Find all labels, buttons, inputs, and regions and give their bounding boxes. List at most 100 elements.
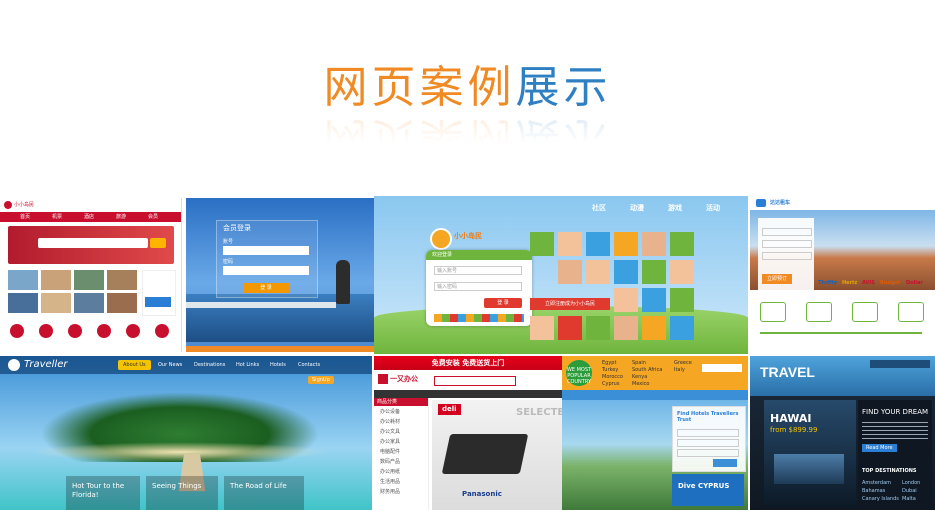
case-thumbnail-travel-portal[interactable]: 小小岛民 首页 机票 酒店 旅游 会员 xyxy=(0,198,182,352)
nav-game[interactable]: 游戏 xyxy=(668,204,682,213)
photo[interactable] xyxy=(8,293,38,313)
nav-item[interactable]: 首页 xyxy=(20,214,30,220)
password-input[interactable]: 输入密码 xyxy=(434,282,522,291)
country-link[interactable]: Spain xyxy=(632,360,646,366)
nav-item[interactable]: 旅游 xyxy=(116,214,126,220)
dive-cyprus-promo[interactable]: Dive CYPRUS xyxy=(672,474,744,506)
service-icon[interactable] xyxy=(97,324,111,338)
mosaic-cell[interactable] xyxy=(558,260,582,284)
city-link[interactable]: Bahamas xyxy=(862,488,885,494)
nav-item[interactable]: 机票 xyxy=(52,214,62,220)
mosaic-cell[interactable] xyxy=(670,316,694,340)
menu-item[interactable]: 办公耗材 xyxy=(380,419,400,425)
country-link[interactable]: Turkey xyxy=(602,367,618,373)
country-link[interactable]: Mexico xyxy=(632,381,649,387)
nav-activity[interactable]: 活动 xyxy=(706,204,720,213)
menu-item[interactable]: 财务用品 xyxy=(380,489,400,495)
mosaic-cell[interactable] xyxy=(642,288,666,312)
mosaic-cell[interactable] xyxy=(670,288,694,312)
mosaic-cell[interactable] xyxy=(614,288,638,312)
card-hot-tour[interactable]: Hot Tour to the Florida! xyxy=(66,476,140,510)
search-input[interactable] xyxy=(38,238,148,248)
menu-item[interactable]: 数码产品 xyxy=(380,459,400,465)
service-icon[interactable] xyxy=(10,324,24,338)
signup-button[interactable]: SignUp xyxy=(308,376,334,384)
mosaic-cell[interactable] xyxy=(614,260,638,284)
nav-item[interactable]: 会员 xyxy=(148,214,158,220)
city-link[interactable]: Malta xyxy=(902,496,916,502)
mosaic-cell[interactable] xyxy=(670,232,694,256)
city-link[interactable]: Dubai xyxy=(902,488,917,494)
mosaic-cell[interactable] xyxy=(614,232,638,256)
service-icon[interactable] xyxy=(39,324,53,338)
country-link[interactable]: Egypt xyxy=(602,360,616,366)
register-banner[interactable]: 立即注册成为小小岛民 xyxy=(530,298,610,310)
card-road-of-life[interactable]: The Road of Life xyxy=(224,476,304,510)
photo[interactable] xyxy=(41,293,71,313)
form-field[interactable] xyxy=(762,240,812,248)
menu-item[interactable]: 办公家具 xyxy=(380,439,400,445)
service-icon[interactable] xyxy=(155,324,169,338)
search-button[interactable] xyxy=(150,238,166,248)
case-thumbnail-hotel-search[interactable]: WE MOST POPULAR COUNTRY Egypt Turkey Mor… xyxy=(562,356,748,510)
nav-hotels[interactable]: Hotels xyxy=(270,362,286,368)
city-link[interactable]: Canary Islands xyxy=(862,496,899,502)
mosaic-cell[interactable] xyxy=(558,316,582,340)
book-button[interactable]: 立即预订 xyxy=(762,274,792,284)
form-field[interactable] xyxy=(677,449,739,457)
login-button[interactable]: 登 录 xyxy=(243,283,289,293)
form-field[interactable] xyxy=(762,228,812,236)
search-input[interactable] xyxy=(702,364,742,372)
service-icon[interactable] xyxy=(126,324,140,338)
country-link[interactable]: Italy xyxy=(674,367,685,373)
nav-contacts[interactable]: Contacts xyxy=(298,362,320,368)
service-icon[interactable] xyxy=(68,324,82,338)
mosaic-cell[interactable] xyxy=(642,232,666,256)
photo[interactable] xyxy=(107,270,137,290)
menu-item[interactable]: 办公文具 xyxy=(380,429,400,435)
search-button[interactable] xyxy=(713,459,737,467)
case-thumbnail-car-rental[interactable]: 达达租车 立即预订 Thrifty Hertz AVIS Budget Doll… xyxy=(750,196,935,354)
photo[interactable] xyxy=(74,293,104,313)
mosaic-cell[interactable] xyxy=(642,316,666,340)
form-field[interactable] xyxy=(762,252,812,260)
mosaic-cell[interactable] xyxy=(614,316,638,340)
menu-item[interactable]: 生活用品 xyxy=(380,479,400,485)
menu-item[interactable]: 办公用纸 xyxy=(380,469,400,475)
form-field[interactable] xyxy=(677,429,739,437)
country-link[interactable]: Kenya xyxy=(632,374,647,380)
nav-cartoon[interactable]: 动漫 xyxy=(630,204,644,213)
card-seeing-things[interactable]: Seeing Things xyxy=(146,476,218,510)
username-input[interactable]: 输入账号 xyxy=(434,266,522,275)
mosaic-cell[interactable] xyxy=(586,232,610,256)
mosaic-cell[interactable] xyxy=(558,232,582,256)
country-link[interactable]: South Africa xyxy=(632,367,662,373)
mosaic-cell[interactable] xyxy=(670,260,694,284)
mosaic-cell[interactable] xyxy=(586,316,610,340)
photo[interactable] xyxy=(107,293,137,313)
mosaic-cell[interactable] xyxy=(530,316,554,340)
photo[interactable] xyxy=(41,270,71,290)
country-link[interactable]: Greece xyxy=(674,360,692,366)
nav-item[interactable]: 酒店 xyxy=(84,214,94,220)
case-thumbnail-travel-dark[interactable]: TRAVEL HAWAI from $899.99 FIND YOUR DREA… xyxy=(750,356,935,510)
case-thumbnail-office-shop[interactable]: 免费安装 免费送货上门 一又办公 商品分类 办公设备 办公耗材 办公文具 办公家… xyxy=(374,356,562,510)
case-thumbnail-kids-community[interactable]: 小小岛民 欢迎登录 输入账号 输入密码 登 录 社区 动漫 游戏 活动 立即注册… xyxy=(374,196,748,354)
form-field[interactable] xyxy=(677,439,739,447)
city-link[interactable]: London xyxy=(902,480,920,486)
username-input[interactable] xyxy=(223,246,309,255)
country-link[interactable]: Morocco xyxy=(602,374,623,380)
mosaic-cell[interactable] xyxy=(530,232,554,256)
login-button[interactable]: 登 录 xyxy=(484,298,522,308)
case-thumbnail-login-page[interactable]: 会员登录 账号 密码 登 录 xyxy=(186,198,374,352)
photo[interactable] xyxy=(8,270,38,290)
mosaic-cell[interactable] xyxy=(642,260,666,284)
case-thumbnail-traveller[interactable]: Traveller About Us Our News Destinations… xyxy=(0,356,372,510)
city-link[interactable]: Amsterdam xyxy=(862,480,891,486)
menu-item[interactable]: 办公设备 xyxy=(380,409,400,415)
nav-hotlinks[interactable]: Hot Links xyxy=(236,362,259,368)
password-input[interactable] xyxy=(223,266,309,275)
mosaic-cell[interactable] xyxy=(586,260,610,284)
nav-destinations[interactable]: Destinations xyxy=(194,362,225,368)
menu-item[interactable]: 电脑配件 xyxy=(380,449,400,455)
